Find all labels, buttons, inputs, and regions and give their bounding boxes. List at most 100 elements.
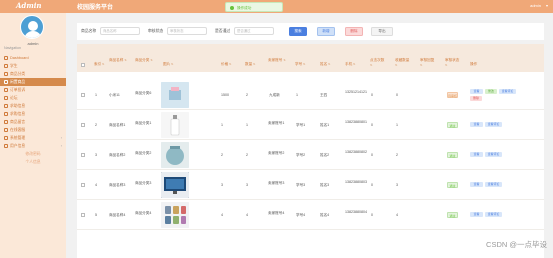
status-badge: 通过 bbox=[447, 182, 458, 188]
view-button[interactable]: 查看 bbox=[470, 122, 483, 127]
top-user-name[interactable]: admin bbox=[530, 3, 541, 8]
dashboard-icon bbox=[4, 56, 8, 60]
col-image[interactable]: 图片 bbox=[163, 62, 174, 67]
cell-sname: 姓名1 bbox=[320, 123, 330, 127]
sidebar-item-messages[interactable]: 商品留言 bbox=[0, 118, 66, 126]
check-circle-icon bbox=[230, 5, 234, 10]
name-filter-input[interactable]: 商品名称 bbox=[100, 27, 140, 35]
status-badge: 待审核 bbox=[447, 92, 458, 98]
pass-filter-select[interactable]: 是否通过 bbox=[234, 27, 274, 35]
sidebar-item-support[interactable]: 在线客服 bbox=[0, 126, 66, 134]
support-icon bbox=[4, 128, 8, 132]
col-status[interactable]: 审核状态 bbox=[445, 58, 461, 67]
cell-sno: 学号2 bbox=[296, 153, 306, 157]
sidebar-item-complaints[interactable]: 订单投诉 bbox=[0, 86, 66, 94]
delete-button[interactable]: 删除 bbox=[345, 27, 363, 36]
sidebar-item-idle-goods[interactable]: 闲置商品 bbox=[0, 78, 66, 86]
export-button[interactable]: 导出 bbox=[371, 27, 393, 36]
search-button[interactable]: 搜索 bbox=[289, 27, 307, 36]
col-favorites[interactable]: 收藏数量 bbox=[395, 58, 411, 67]
col-seller[interactable]: 卖家账号 bbox=[268, 58, 288, 63]
view-comments-button[interactable]: 查看评论 bbox=[485, 122, 502, 127]
cell-sno: 学号3 bbox=[296, 183, 306, 187]
col-category[interactable]: 商品分类 bbox=[135, 58, 155, 63]
product-image[interactable] bbox=[161, 82, 189, 108]
cell-clicks: 0 bbox=[371, 93, 373, 97]
row-checkbox[interactable] bbox=[81, 93, 85, 97]
row-checkbox[interactable] bbox=[81, 123, 85, 127]
cell-seller: 卖家账号3 bbox=[268, 181, 285, 185]
audit-status-input[interactable]: 审核状态 bbox=[167, 27, 207, 35]
cell-qty: 3 bbox=[246, 183, 248, 187]
sidebar: admin Navigation Dashboard 学生 商品分类 闲置商品 … bbox=[0, 13, 66, 258]
view-comments-button[interactable]: 查看评论 bbox=[485, 212, 502, 217]
cell-price: 4 bbox=[221, 213, 223, 217]
cell-price: 2 bbox=[221, 153, 223, 157]
view-comments-button[interactable]: 查看评论 bbox=[485, 182, 502, 187]
col-qty[interactable]: 数量 bbox=[245, 62, 256, 67]
view-button[interactable]: 查看 bbox=[470, 182, 483, 187]
cell-clicks: 0 bbox=[371, 123, 373, 127]
col-reply[interactable]: 审核回复 bbox=[420, 58, 436, 67]
sidebar-item-students[interactable]: 学生 bbox=[0, 62, 66, 70]
view-button[interactable]: 查看 bbox=[470, 89, 483, 94]
select-all-checkbox[interactable] bbox=[81, 63, 85, 67]
sidebar-item-forum[interactable]: 论坛 bbox=[0, 94, 66, 102]
col-actions: 操作 bbox=[470, 62, 478, 66]
sidebar-item-categories[interactable]: 商品分类 bbox=[0, 70, 66, 78]
sidebar-item-help[interactable]: 求助信息 bbox=[0, 102, 66, 110]
nav-heading: Navigation bbox=[4, 46, 21, 50]
product-image[interactable] bbox=[161, 202, 189, 228]
product-image[interactable] bbox=[161, 112, 189, 138]
sidebar-item-wanted[interactable]: 求购信息 bbox=[0, 110, 66, 118]
delete-row-button[interactable]: 删除 bbox=[470, 96, 482, 101]
sidebar-item-user-info[interactable]: 用户信息 › bbox=[0, 142, 66, 150]
goods-icon bbox=[4, 80, 8, 84]
product-image[interactable] bbox=[161, 142, 189, 168]
sidebar-item-system[interactable]: 系统管理 › bbox=[0, 134, 66, 142]
avatar[interactable] bbox=[20, 15, 44, 39]
cell-index: 3 bbox=[95, 153, 97, 157]
table-row: 3 商品名称2 商品分类2 2 2 卖家账号2 学号2 姓名2 13823880… bbox=[77, 140, 544, 170]
chevron-down-icon[interactable]: ▾ bbox=[546, 3, 548, 8]
cell-phone: 13823880803 bbox=[345, 180, 367, 184]
cell-favorites: 0 bbox=[396, 93, 398, 97]
view-button[interactable]: 查看 bbox=[470, 212, 483, 217]
sidebar-sub-change-password[interactable]: 修改密码 bbox=[0, 150, 66, 158]
col-name[interactable]: 商品名称 bbox=[109, 58, 129, 63]
cell-sname: 王四 bbox=[320, 93, 328, 97]
cell-phone: 13251214121 bbox=[345, 90, 367, 94]
col-index[interactable]: 索引 bbox=[94, 62, 105, 67]
list-icon bbox=[4, 72, 8, 76]
success-toast: 操作成功 bbox=[225, 2, 283, 12]
add-button[interactable]: 新增 bbox=[317, 27, 335, 36]
cell-favorites: 3 bbox=[396, 183, 398, 187]
cell-index: 2 bbox=[95, 123, 97, 127]
cell-phone: 13823880804 bbox=[345, 210, 367, 214]
cell-name: 小米11 bbox=[109, 93, 120, 97]
cell-seller: 卖家账号1 bbox=[268, 121, 285, 125]
row-checkbox[interactable] bbox=[81, 183, 85, 187]
row-checkbox[interactable] bbox=[81, 153, 85, 157]
view-comments-button[interactable]: 查看评论 bbox=[499, 89, 516, 94]
col-sno[interactable]: 学号 bbox=[295, 62, 306, 67]
col-clicks[interactable]: 点击次数 bbox=[370, 58, 386, 67]
pass-filter-label: 是否通过 bbox=[215, 29, 231, 33]
edit-button[interactable]: 修改 bbox=[485, 89, 497, 94]
sidebar-item-dashboard[interactable]: Dashboard bbox=[0, 54, 66, 62]
cell-qty: 1 bbox=[246, 123, 248, 127]
row-checkbox[interactable] bbox=[81, 213, 85, 217]
search-bar: 商品名称 商品名称 审核状态 审核状态 是否通过 是否通过 搜索 新增 删除 导… bbox=[77, 23, 544, 40]
cell-category: 商品分类4 bbox=[135, 211, 152, 215]
cell-seller: 九成新 bbox=[269, 93, 280, 97]
col-phone[interactable]: 手机 bbox=[345, 62, 356, 67]
col-price[interactable]: 价格 bbox=[221, 62, 232, 67]
sidebar-sub-profile[interactable]: 个人信息 bbox=[0, 158, 66, 166]
view-button[interactable]: 查看 bbox=[470, 152, 483, 157]
product-image[interactable] bbox=[161, 172, 189, 198]
table-header: 索引 商品名称 商品分类 图片 价格 数量 卖家账号 学号 姓名 手机 点击次数… bbox=[77, 44, 544, 72]
settings-icon bbox=[4, 136, 8, 140]
col-sname[interactable]: 姓名 bbox=[320, 62, 331, 67]
view-comments-button[interactable]: 查看评论 bbox=[485, 152, 502, 157]
audit-status-label: 审核状态 bbox=[148, 29, 164, 33]
